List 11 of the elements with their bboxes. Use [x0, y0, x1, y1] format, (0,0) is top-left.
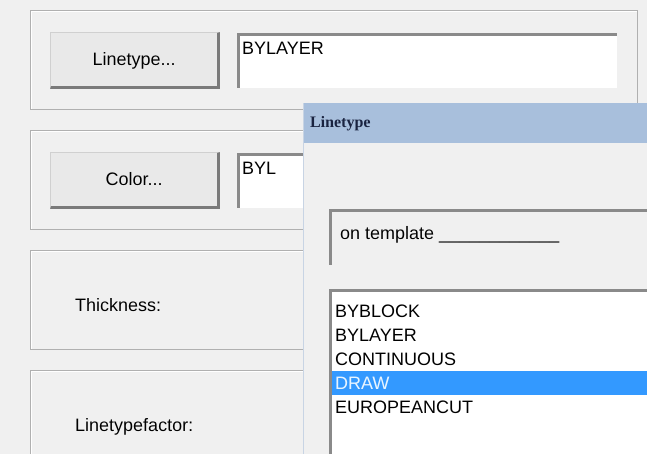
list-item[interactable]: BYBLOCK — [332, 299, 647, 323]
template-text: on template ____________ — [340, 223, 560, 243]
field-label: Thickness: — [74, 294, 162, 316]
list-item[interactable]: BYLAYER — [332, 323, 647, 347]
list-item[interactable]: EUROPEANCUT — [332, 395, 647, 419]
text-field[interactable]: BYLAYER — [237, 32, 617, 88]
list-item[interactable]: CONTINUOUS — [332, 347, 647, 371]
color-button[interactable]: Color... — [50, 152, 220, 208]
field-label: Linetypefactor: — [74, 414, 194, 437]
dialog-title: Linetype — [310, 113, 370, 133]
linetype-button[interactable]: Linetype... — [50, 32, 220, 88]
